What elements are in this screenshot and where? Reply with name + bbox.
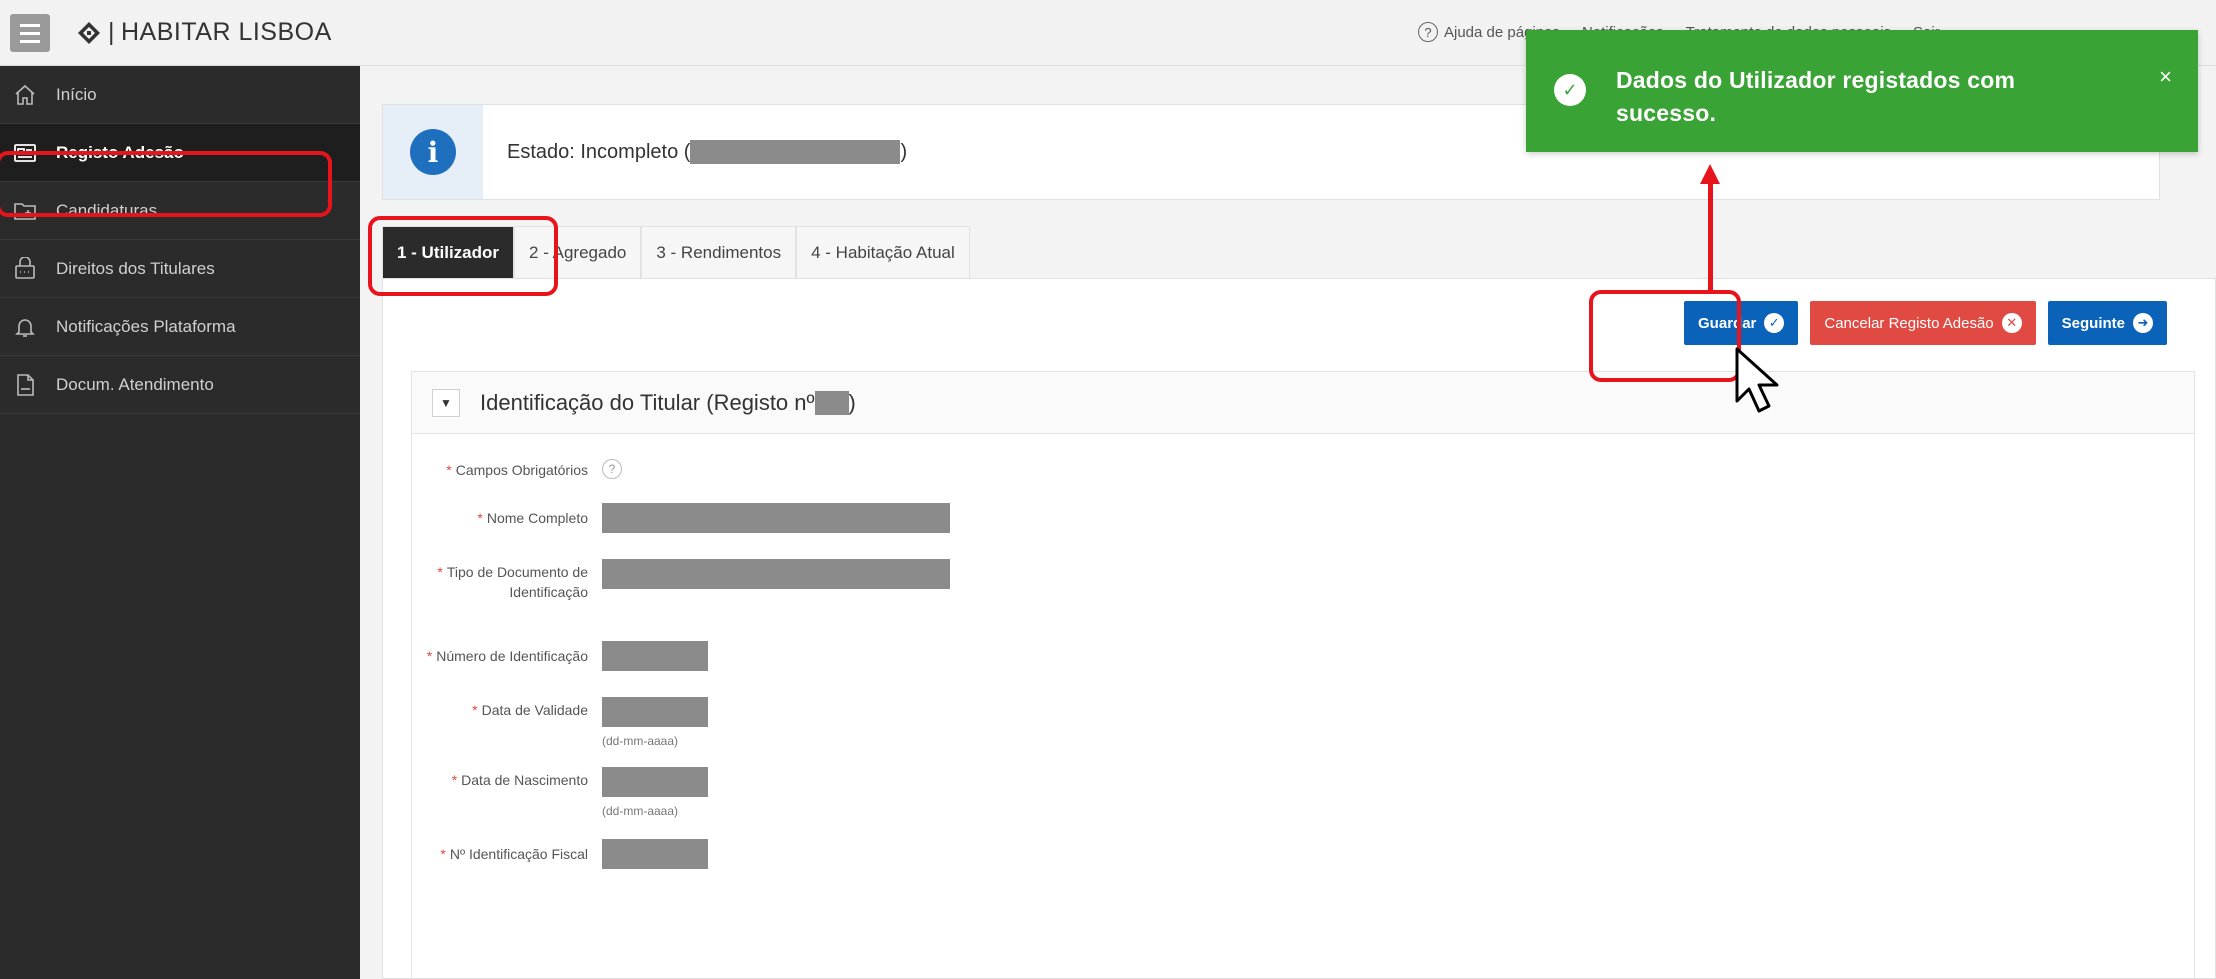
brand-name: HABITAR LISBOA (121, 18, 332, 46)
cancel-button-label: Cancelar Registo Adesão (1824, 314, 1994, 332)
tab-content: Guardar ✓ Cancelar Registo Adesão ✕ Segu… (382, 278, 2216, 979)
bell-icon (12, 314, 38, 340)
region-title-prefix: Identificação do Titular (Registo nº (480, 389, 815, 415)
action-buttons: Guardar ✓ Cancelar Registo Adesão ✕ Segu… (1684, 301, 2167, 345)
nif-label-text: Nº Identificação Fiscal (449, 846, 588, 862)
brand-separator: | (108, 18, 115, 46)
status-icon-box: i (383, 105, 483, 199)
data-nascimento-label: * Data de Nascimento (412, 767, 602, 791)
data-validade-label-text: Data de Validade (481, 702, 588, 718)
check-circle-icon: ✓ (1554, 74, 1586, 106)
tipo-documento-field[interactable] (602, 559, 950, 589)
toast-message: Dados do Utilizador registados com suces… (1616, 67, 2016, 127)
help-icon: ? (1418, 22, 1438, 42)
document-icon (12, 372, 38, 398)
numero-identificacao-label-text: Número de Identificação (436, 648, 588, 664)
tab-rendimentos[interactable]: 3 - Rendimentos (641, 226, 797, 278)
nif-field[interactable] (602, 839, 708, 869)
next-button[interactable]: Seguinte ➜ (2047, 301, 2167, 345)
region-header: ▼ Identificação do Titular (Registo nº ) (412, 372, 2194, 434)
numero-identificacao-field[interactable] (602, 641, 708, 671)
region-title-suffix: ) (848, 389, 856, 415)
tipo-documento-label-text: Tipo de Documento de Identificação (446, 564, 588, 600)
arrow-right-circle-icon: ➜ (2133, 313, 2153, 333)
tab-habitacao-atual[interactable]: 4 - Habitação Atual (796, 226, 970, 278)
collapse-toggle[interactable]: ▼ (432, 388, 460, 417)
sidebar-item-inicio[interactable]: Início (0, 66, 360, 124)
data-nascimento-field[interactable] (602, 767, 708, 797)
form-row-data-validade: * Data de Validade (412, 697, 708, 727)
main-content: i Estado: Incompleto ( ) 1 - Utilizador … (360, 66, 2216, 979)
nif-label: * Nº Identificação Fiscal (412, 839, 602, 865)
info-icon: i (410, 129, 456, 175)
data-nascimento-label-text: Data de Nascimento (461, 772, 588, 788)
form-row-numero-identificacao: * Número de Identificação (412, 641, 708, 671)
next-button-label: Seguinte (2061, 314, 2125, 332)
sidebar-item-label: Notificações Plataforma (56, 316, 236, 336)
data-validade-field[interactable] (602, 697, 708, 727)
required-note-text: Campos Obrigatórios (455, 462, 588, 478)
sidebar-item-label: Direitos dos Titulares (56, 258, 215, 278)
form-row-tipo-documento: * Tipo de Documento de Identificação (412, 559, 950, 602)
annotation-arrow-line (1708, 180, 1713, 290)
sidebar-item-documentos[interactable]: Docum. Atendimento (0, 356, 360, 414)
required-asterisk: * (472, 702, 478, 718)
brand-logo-icon (78, 21, 100, 44)
region-title: Identificação do Titular (Registo nº ) (480, 390, 856, 416)
required-asterisk: * (446, 462, 452, 478)
close-circle-icon: ✕ (2001, 313, 2022, 333)
caret-down-icon: ▼ (440, 395, 452, 410)
nome-label-text: Nome Completo (486, 510, 588, 526)
hamburger-menu-button[interactable] (10, 14, 50, 52)
highlight-tab-utilizador (368, 216, 558, 296)
mouse-pointer-icon (1735, 347, 1779, 413)
data-nascimento-hint: (dd-mm-aaaa) (602, 804, 679, 818)
success-toast: ✓ Dados do Utilizador registados com suc… (1526, 30, 2198, 152)
status-text: Estado: Incompleto ( ) (507, 140, 907, 164)
tipo-documento-label: * Tipo de Documento de Identificação (412, 559, 602, 602)
required-note-row: * Campos Obrigatórios ? (412, 459, 622, 481)
help-question-icon[interactable]: ? (602, 459, 622, 479)
nome-label: * Nome Completo (412, 503, 602, 529)
highlight-registo-adesao (0, 151, 332, 217)
toast-close-button[interactable]: × (2159, 64, 2172, 90)
form-row-data-nascimento: * Data de Nascimento (412, 767, 708, 797)
briefcase-icon (12, 256, 38, 282)
highlight-save-button (1589, 290, 1741, 382)
check-circle-icon: ✓ (1764, 313, 1785, 333)
home-icon (12, 82, 38, 108)
titular-identification-region: ▼ Identificação do Titular (Registo nº )… (411, 371, 2195, 979)
required-asterisk: * (440, 846, 446, 862)
redacted-registration-number (814, 390, 849, 415)
data-validade-hint: (dd-mm-aaaa) (602, 734, 679, 748)
numero-identificacao-label: * Número de Identificação (412, 641, 602, 667)
required-note-label: * Campos Obrigatórios (412, 459, 602, 481)
required-asterisk: * (426, 648, 433, 664)
cancel-registration-button[interactable]: Cancelar Registo Adesão ✕ (1810, 301, 2036, 345)
redacted-status-value (690, 140, 901, 164)
required-asterisk: * (477, 510, 483, 526)
form-row-nif: * Nº Identificação Fiscal (412, 839, 708, 869)
form-row-nome: * Nome Completo (412, 503, 950, 533)
status-label: Estado: Incompleto ( (507, 140, 691, 163)
data-validade-label: * Data de Validade (412, 697, 602, 721)
sidebar-item-label: Docum. Atendimento (56, 374, 214, 394)
sidebar-item-label: Início (56, 84, 97, 104)
status-close-paren: ) (900, 140, 908, 163)
app-brand[interactable]: | HABITAR LISBOA (76, 18, 332, 47)
nome-completo-field[interactable] (602, 503, 950, 533)
required-asterisk: * (451, 772, 458, 788)
sidebar-item-notificacoes[interactable]: Notificações Plataforma (0, 298, 360, 356)
sidebar-item-direitos[interactable]: Direitos dos Titulares (0, 240, 360, 298)
required-asterisk: * (437, 564, 443, 580)
